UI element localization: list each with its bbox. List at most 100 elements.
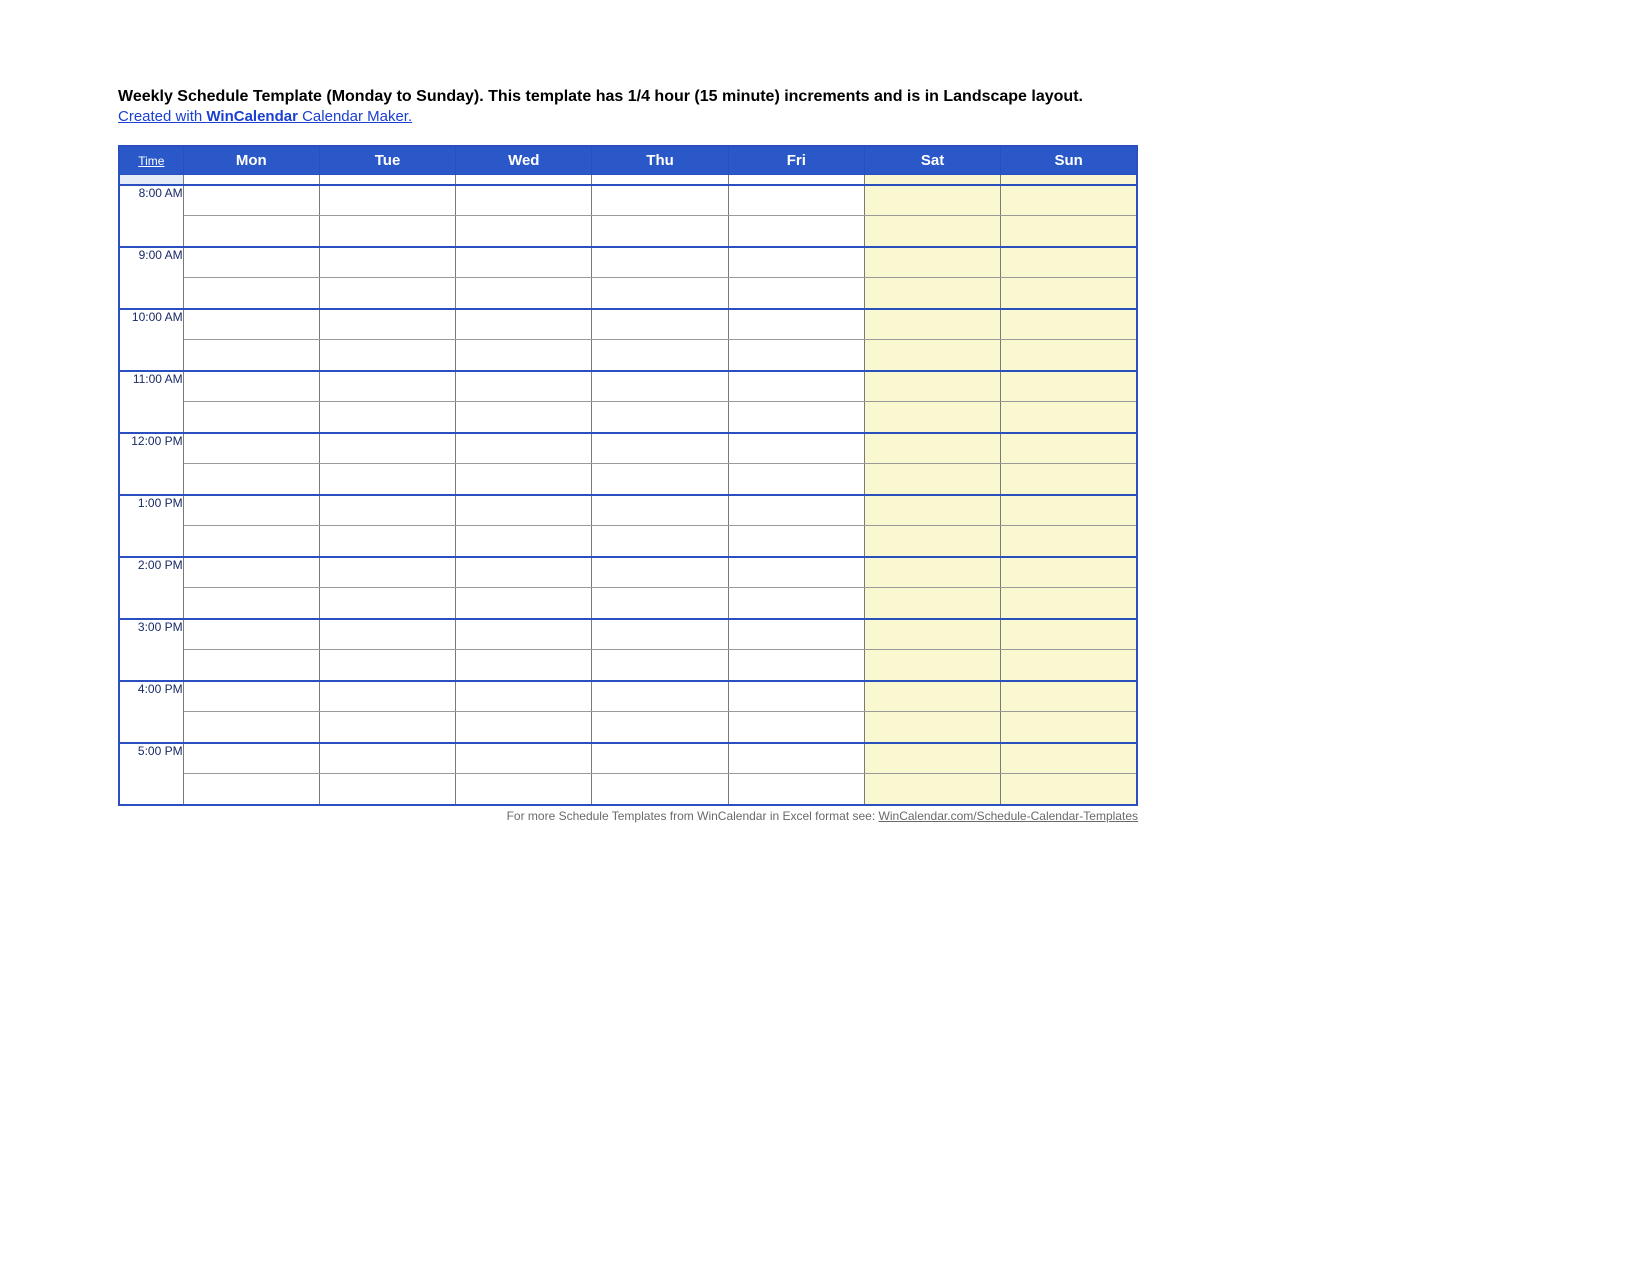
schedule-cell[interactable]	[456, 743, 592, 774]
schedule-cell[interactable]	[456, 712, 592, 743]
schedule-cell[interactable]	[864, 185, 1000, 216]
schedule-cell[interactable]	[319, 588, 455, 619]
schedule-cell[interactable]	[319, 495, 455, 526]
schedule-cell[interactable]	[183, 495, 319, 526]
schedule-cell[interactable]	[592, 681, 728, 712]
schedule-cell[interactable]	[728, 185, 864, 216]
schedule-cell[interactable]	[592, 185, 728, 216]
schedule-cell[interactable]	[456, 557, 592, 588]
schedule-cell[interactable]	[183, 247, 319, 278]
schedule-cell[interactable]	[864, 278, 1000, 309]
schedule-cell[interactable]	[319, 278, 455, 309]
schedule-cell[interactable]	[1001, 650, 1137, 681]
schedule-cell[interactable]	[728, 681, 864, 712]
schedule-cell[interactable]	[864, 712, 1000, 743]
schedule-cell[interactable]	[319, 247, 455, 278]
schedule-cell[interactable]	[183, 175, 319, 185]
schedule-cell[interactable]	[183, 185, 319, 216]
schedule-cell[interactable]	[319, 619, 455, 650]
schedule-cell[interactable]	[183, 557, 319, 588]
schedule-cell[interactable]	[592, 278, 728, 309]
schedule-cell[interactable]	[864, 216, 1000, 247]
schedule-cell[interactable]	[319, 743, 455, 774]
footer-link[interactable]: WinCalendar.com/Schedule-Calendar-Templa…	[879, 809, 1138, 823]
schedule-cell[interactable]	[864, 433, 1000, 464]
schedule-cell[interactable]	[864, 681, 1000, 712]
schedule-cell[interactable]	[456, 216, 592, 247]
schedule-cell[interactable]	[864, 247, 1000, 278]
schedule-cell[interactable]	[864, 774, 1000, 805]
schedule-cell[interactable]	[319, 526, 455, 557]
schedule-cell[interactable]	[456, 175, 592, 185]
schedule-cell[interactable]	[456, 681, 592, 712]
schedule-cell[interactable]	[319, 464, 455, 495]
schedule-cell[interactable]	[864, 340, 1000, 371]
schedule-cell[interactable]	[1001, 185, 1137, 216]
schedule-cell[interactable]	[1001, 495, 1137, 526]
schedule-cell[interactable]	[728, 743, 864, 774]
schedule-cell[interactable]	[728, 588, 864, 619]
schedule-cell[interactable]	[1001, 402, 1137, 433]
schedule-cell[interactable]	[319, 216, 455, 247]
schedule-cell[interactable]	[728, 340, 864, 371]
schedule-cell[interactable]	[592, 464, 728, 495]
schedule-cell[interactable]	[319, 402, 455, 433]
schedule-cell[interactable]	[183, 340, 319, 371]
schedule-cell[interactable]	[592, 402, 728, 433]
schedule-cell[interactable]	[864, 650, 1000, 681]
schedule-cell[interactable]	[592, 557, 728, 588]
schedule-cell[interactable]	[456, 650, 592, 681]
schedule-cell[interactable]	[183, 588, 319, 619]
schedule-cell[interactable]	[183, 371, 319, 402]
schedule-cell[interactable]	[456, 371, 592, 402]
schedule-cell[interactable]	[456, 278, 592, 309]
schedule-cell[interactable]	[456, 619, 592, 650]
schedule-cell[interactable]	[319, 433, 455, 464]
schedule-cell[interactable]	[183, 712, 319, 743]
schedule-cell[interactable]	[456, 340, 592, 371]
schedule-cell[interactable]	[1001, 526, 1137, 557]
schedule-cell[interactable]	[592, 371, 728, 402]
schedule-cell[interactable]	[1001, 774, 1137, 805]
schedule-cell[interactable]	[319, 340, 455, 371]
schedule-cell[interactable]	[456, 433, 592, 464]
schedule-cell[interactable]	[864, 464, 1000, 495]
schedule-cell[interactable]	[1001, 681, 1137, 712]
schedule-cell[interactable]	[1001, 371, 1137, 402]
schedule-cell[interactable]	[864, 309, 1000, 340]
schedule-cell[interactable]	[592, 588, 728, 619]
schedule-cell[interactable]	[183, 464, 319, 495]
schedule-cell[interactable]	[456, 402, 592, 433]
schedule-cell[interactable]	[592, 743, 728, 774]
schedule-cell[interactable]	[183, 278, 319, 309]
schedule-cell[interactable]	[319, 175, 455, 185]
schedule-cell[interactable]	[183, 774, 319, 805]
schedule-cell[interactable]	[319, 557, 455, 588]
schedule-cell[interactable]	[728, 774, 864, 805]
wincalendar-link[interactable]: Created with WinCalendar Calendar Maker.	[118, 108, 412, 125]
schedule-cell[interactable]	[728, 371, 864, 402]
schedule-cell[interactable]	[592, 712, 728, 743]
schedule-cell[interactable]	[183, 681, 319, 712]
schedule-cell[interactable]	[456, 774, 592, 805]
schedule-cell[interactable]	[183, 526, 319, 557]
schedule-cell[interactable]	[319, 309, 455, 340]
schedule-cell[interactable]	[592, 175, 728, 185]
schedule-cell[interactable]	[319, 371, 455, 402]
schedule-cell[interactable]	[456, 464, 592, 495]
schedule-cell[interactable]	[456, 247, 592, 278]
schedule-cell[interactable]	[1001, 743, 1137, 774]
schedule-cell[interactable]	[183, 433, 319, 464]
schedule-cell[interactable]	[319, 774, 455, 805]
schedule-cell[interactable]	[592, 619, 728, 650]
schedule-cell[interactable]	[319, 681, 455, 712]
schedule-cell[interactable]	[728, 712, 864, 743]
schedule-cell[interactable]	[183, 619, 319, 650]
schedule-cell[interactable]	[1001, 557, 1137, 588]
schedule-cell[interactable]	[728, 557, 864, 588]
schedule-cell[interactable]	[728, 464, 864, 495]
schedule-cell[interactable]	[864, 526, 1000, 557]
schedule-cell[interactable]	[1001, 309, 1137, 340]
schedule-cell[interactable]	[728, 175, 864, 185]
schedule-cell[interactable]	[319, 712, 455, 743]
